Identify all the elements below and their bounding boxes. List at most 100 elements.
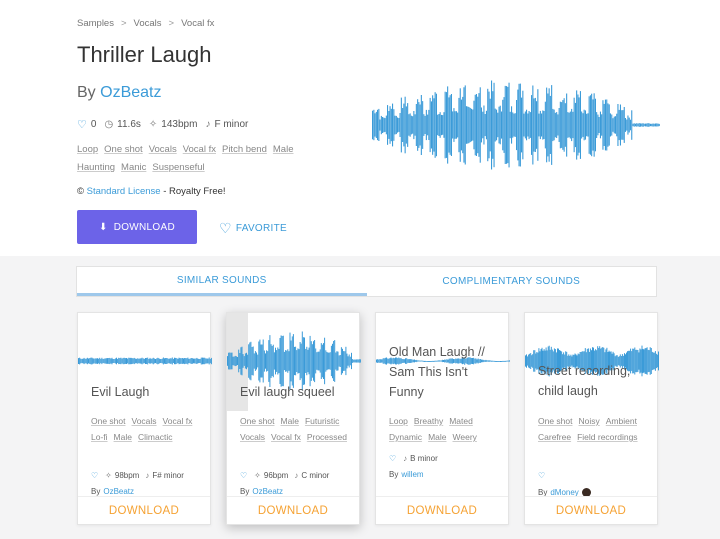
card-download-button[interactable]: DOWNLOAD	[227, 496, 359, 524]
tag[interactable]: One shot	[240, 416, 275, 426]
tag[interactable]: Noisy	[579, 416, 600, 426]
waveform-bar	[419, 104, 421, 146]
tag-one-shot[interactable]: One shot	[104, 144, 143, 155]
tag[interactable]: Vocals	[240, 432, 265, 442]
card-bpm: 98bpm	[114, 471, 140, 480]
tab-similar-sounds[interactable]: SIMILAR SOUNDS	[77, 267, 367, 296]
sound-card[interactable]: Evil laugh squeel One shot Male Futurist…	[226, 312, 361, 525]
tag[interactable]: Vocal fx	[271, 432, 301, 442]
tab-complimentary-sounds[interactable]: COMPLIMENTARY SOUNDS	[367, 267, 657, 296]
card-download-button[interactable]: DOWNLOAD	[376, 496, 508, 524]
download-button[interactable]: ⬇ DOWNLOAD	[77, 210, 197, 244]
heart-icon[interactable]: ♡	[240, 471, 247, 480]
tag-suspenseful[interactable]: Suspenseful	[152, 162, 204, 173]
waveform-bar	[156, 358, 158, 364]
heart-icon[interactable]: ♡	[538, 471, 545, 480]
waveform-bar	[606, 99, 608, 151]
heart-icon[interactable]: ♡	[389, 454, 396, 463]
tag-loop[interactable]: Loop	[77, 144, 98, 155]
tag[interactable]: Male	[428, 432, 446, 442]
tag-manic[interactable]: Manic	[121, 162, 146, 173]
waveform-bar	[95, 358, 97, 364]
waveform-bar	[423, 114, 425, 136]
waveform-bar	[577, 94, 579, 156]
tag-male[interactable]: Male	[273, 144, 294, 155]
waveform-bar	[275, 347, 276, 375]
card-title[interactable]: Old Man Laugh // Sam This Isn't Funny	[389, 342, 504, 402]
waveform-bar	[134, 358, 136, 364]
waveform-bar	[184, 358, 186, 365]
waveform-bar	[206, 358, 208, 364]
waveform-bar	[502, 99, 504, 151]
tag[interactable]: Male	[281, 416, 299, 426]
waveform-bar	[315, 348, 317, 374]
favorite-button[interactable]: ♡ FAVORITE	[219, 220, 287, 237]
tag[interactable]: Breathy	[414, 416, 443, 426]
breadcrumb-vocal-fx[interactable]: Vocal fx	[181, 18, 214, 29]
waveform-bar	[397, 117, 399, 133]
breadcrumb-vocals[interactable]: Vocals	[134, 18, 162, 29]
tag[interactable]: Loop	[389, 416, 408, 426]
tag[interactable]: Climactic	[138, 432, 172, 442]
tag[interactable]: One shot	[91, 416, 126, 426]
sound-card[interactable]: Old Man Laugh // Sam This Isn't Funny Lo…	[375, 312, 510, 525]
waveform-bar	[244, 353, 246, 369]
waveform-bar	[613, 116, 615, 134]
sound-card[interactable]: Evil Laugh One shot Vocals Vocal fx Lo-f…	[77, 312, 212, 525]
waveform-bar	[532, 85, 534, 165]
author-link[interactable]: willem	[401, 470, 423, 479]
waveform-bar	[569, 111, 571, 139]
tag[interactable]: Vocals	[132, 416, 157, 426]
waveform-bar	[525, 355, 526, 367]
card-title[interactable]: Evil Laugh	[91, 382, 206, 402]
waveform-bar	[434, 92, 436, 158]
waveform-bar	[289, 332, 291, 390]
sound-card[interactable]: Street recording, child laugh One shot N…	[524, 312, 659, 525]
tag[interactable]: Vocal fx	[163, 416, 193, 426]
card-bpm: 96bpm	[263, 471, 289, 480]
waveform-bar	[579, 91, 581, 159]
heart-icon[interactable]: ♡	[77, 118, 87, 131]
tag[interactable]: Processed	[307, 432, 347, 442]
waveform[interactable]	[372, 78, 660, 172]
card-download-button[interactable]: DOWNLOAD	[78, 496, 210, 524]
author-link[interactable]: OzBeatz	[252, 487, 283, 496]
waveform-bar	[79, 357, 81, 365]
tag[interactable]: Mated	[449, 416, 473, 426]
tag[interactable]: One shot	[538, 416, 573, 426]
waveform-bar	[574, 102, 576, 148]
waveform-bar	[637, 123, 639, 127]
author-line: By OzBeatz	[77, 84, 161, 102]
tag[interactable]: Carefree	[538, 432, 571, 442]
heart-icon[interactable]: ♡	[91, 471, 98, 480]
tag-pitch-bend[interactable]: Pitch bend	[222, 144, 267, 155]
author-link[interactable]: OzBeatz	[103, 487, 134, 496]
waveform-bar	[277, 347, 279, 375]
waveform-bar	[112, 359, 114, 363]
tag-haunting[interactable]: Haunting	[77, 162, 115, 173]
waveform-bar	[552, 108, 554, 142]
card-title[interactable]: Street recording, child laugh	[538, 361, 653, 401]
waveform-bar	[259, 339, 261, 383]
tag[interactable]: Futuristic	[305, 416, 339, 426]
waveform-bar	[542, 110, 544, 140]
waveform-bar	[655, 353, 657, 369]
waveform-bar	[174, 357, 175, 365]
tag[interactable]: Field recordings	[577, 432, 637, 442]
author-link[interactable]: OzBeatz	[100, 84, 161, 101]
tempo-icon: ✧	[148, 119, 158, 130]
tag[interactable]: Dynamic	[389, 432, 422, 442]
tag[interactable]: Weery	[453, 432, 477, 442]
license-link[interactable]: Standard License	[87, 186, 161, 197]
tag-vocals[interactable]: Vocals	[149, 144, 177, 155]
tag[interactable]: Male	[114, 432, 132, 442]
waveform-bar	[528, 111, 530, 140]
tag-vocal-fx[interactable]: Vocal fx	[183, 144, 216, 155]
breadcrumb-samples[interactable]: Samples	[77, 18, 114, 29]
card-title[interactable]: Evil laugh squeel	[240, 382, 355, 402]
waveform-bar	[237, 357, 238, 365]
tag[interactable]: Lo-fi	[91, 432, 108, 442]
tag[interactable]: Ambient	[606, 416, 637, 426]
card-download-button[interactable]: DOWNLOAD	[525, 496, 657, 524]
waveform-bar	[343, 351, 345, 371]
